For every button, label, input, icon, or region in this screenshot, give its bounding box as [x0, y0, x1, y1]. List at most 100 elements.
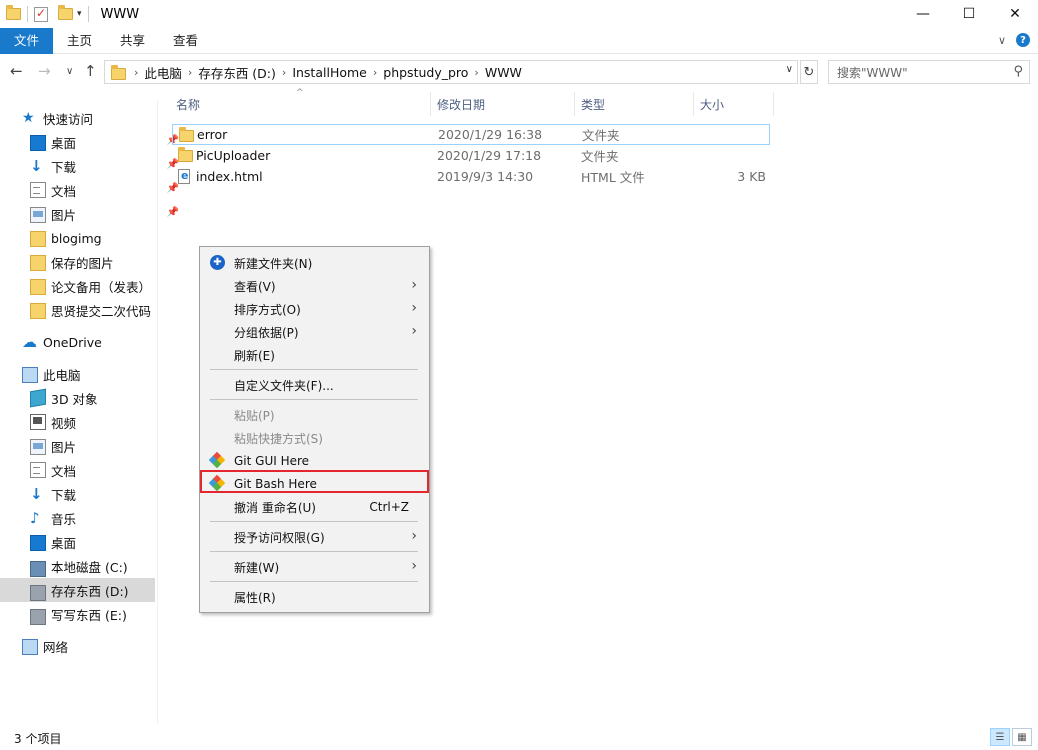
new-folder-icon[interactable] [58, 5, 73, 20]
submenu-arrow-icon: › [411, 528, 417, 544]
sidebar-item-3d-objects[interactable]: 3D 对象 [30, 386, 185, 410]
sidebar-item-saved-pictures[interactable]: 保存的图片 [30, 250, 185, 274]
menu-item-properties[interactable]: 属性(R) [202, 586, 427, 608]
window-controls: — ☐ ✕ [900, 0, 1038, 28]
sidebar-item-videos[interactable]: 视频 [30, 410, 185, 434]
breadcrumb-phpstudy[interactable]: phpstudy_pro [377, 65, 474, 80]
sidebar-item-paper-backup[interactable]: 论文备用（发表） [30, 274, 185, 298]
menu-item-paste-shortcut[interactable]: 粘贴快捷方式(S) [202, 427, 427, 449]
sidebar-item-pictures[interactable]: 图片 📌 [30, 202, 185, 226]
search-icon[interactable]: ⚲ [1013, 64, 1023, 79]
submenu-arrow-icon: › [411, 558, 417, 574]
menu-item-grant-access[interactable]: 授予访问权限(G) › [202, 526, 427, 548]
column-header-type[interactable]: 类型 [581, 96, 605, 113]
sidebar-item-this-pc[interactable]: 此电脑 [22, 362, 177, 386]
download-icon: ↓ [30, 485, 43, 503]
properties-icon[interactable] [34, 6, 48, 22]
recent-locations-icon[interactable]: ∨ [66, 66, 73, 77]
document-icon [30, 462, 46, 478]
drive-icon [30, 560, 46, 577]
document-icon [30, 182, 46, 198]
menu-separator [210, 551, 418, 552]
sidebar-item-drive-c[interactable]: 本地磁盘 (C:) [30, 554, 185, 578]
ribbon-tabs: 文件 主页 共享 查看 ∨ ? [0, 27, 1038, 54]
large-icons-view-button[interactable]: ▦ [1012, 728, 1032, 746]
address-bar[interactable]: › 此电脑 › 存存东西 (D:) › InstallHome › phpstu… [104, 60, 798, 84]
column-header-name[interactable]: 名称 [176, 96, 200, 113]
search-placeholder: 搜索"WWW" [837, 65, 908, 80]
download-icon: ↓ [30, 157, 43, 175]
menu-item-sort[interactable]: 排序方式(O) › [202, 298, 427, 320]
folder-icon [30, 255, 46, 271]
drive-icon [30, 585, 46, 601]
folder-icon [111, 64, 126, 80]
sidebar-item-desktop[interactable]: 桌面 📌 [30, 130, 185, 154]
submenu-arrow-icon: › [411, 277, 417, 293]
navigation-pane: ★ 快速访问 桌面 📌 ↓ 下载 📌 文档 📌 图片 📌 blogimg 保存的… [0, 100, 179, 724]
menu-item-group[interactable]: 分组依据(P) › [202, 321, 427, 343]
html-file-icon [178, 169, 190, 184]
folder-icon [6, 5, 21, 20]
column-headers: 名称 修改日期 类型 大小 [170, 92, 775, 116]
sidebar-item-network[interactable]: 网络 [22, 634, 177, 658]
menu-item-undo-rename[interactable]: 撤消 重命名(U) Ctrl+Z [202, 496, 427, 518]
sidebar-item-documents[interactable]: 文档 📌 [30, 178, 185, 202]
git-icon [208, 451, 226, 469]
details-view-button[interactable]: ☰ [990, 728, 1010, 746]
sidebar-item-pc-desktop[interactable]: 桌面 [30, 530, 185, 554]
sidebar-item-code-submit[interactable]: 思贤提交二次代码 [30, 298, 185, 322]
column-header-size[interactable]: 大小 [700, 96, 724, 113]
forward-arrow-icon[interactable]: → [38, 62, 51, 80]
menu-item-view[interactable]: 查看(V) › [202, 275, 427, 297]
title-bar: ▾ WWW — ☐ ✕ [0, 0, 1038, 28]
sidebar-item-music[interactable]: ♪ 音乐 [30, 506, 185, 530]
close-button[interactable]: ✕ [992, 0, 1038, 28]
tab-view[interactable]: 查看 [159, 28, 212, 54]
expand-ribbon-icon[interactable]: ∨ [998, 34, 1006, 47]
help-icon[interactable]: ? [1016, 33, 1030, 47]
menu-item-new-folder[interactable]: ✚ 新建文件夹(N) [202, 252, 427, 274]
highlight-box [200, 470, 429, 493]
item-count: 3 个项目 [14, 731, 62, 746]
back-arrow-icon[interactable]: ← [10, 62, 23, 80]
address-dropdown-icon[interactable]: ∨ [786, 64, 793, 75]
sidebar-item-pc-documents[interactable]: 文档 [30, 458, 185, 482]
sidebar-item-blogimg[interactable]: blogimg [30, 226, 185, 250]
file-row[interactable]: error 2020/1/29 16:38 文件夹 [172, 124, 770, 145]
music-icon: ♪ [30, 509, 40, 527]
sidebar-item-pc-pictures[interactable]: 图片 [30, 434, 185, 458]
maximize-button[interactable]: ☐ [946, 0, 992, 28]
minimize-button[interactable]: — [900, 0, 946, 28]
customize-toolbar-icon[interactable]: ▾ [77, 9, 82, 19]
search-input[interactable]: 搜索"WWW" ⚲ [828, 60, 1030, 84]
file-row[interactable]: index.html 2019/9/3 14:30 HTML 文件 3 KB [172, 166, 770, 187]
column-header-date[interactable]: 修改日期 [437, 96, 485, 113]
folder-icon [30, 303, 46, 319]
breadcrumb-drive-d[interactable]: 存存东西 (D:) [192, 63, 282, 82]
sidebar-item-drive-d[interactable]: 存存东西 (D:) [0, 578, 155, 602]
sidebar-item-onedrive[interactable]: ☁ OneDrive [22, 330, 177, 354]
breadcrumb-this-pc[interactable]: 此电脑 [138, 63, 188, 82]
refresh-icon[interactable]: ↻ [800, 60, 818, 84]
tab-file[interactable]: 文件 [0, 27, 54, 54]
menu-item-paste[interactable]: 粘贴(P) [202, 404, 427, 426]
tab-home[interactable]: 主页 [53, 28, 106, 54]
up-arrow-icon[interactable]: ↑ [84, 62, 97, 80]
breadcrumb-installhome[interactable]: InstallHome [286, 65, 373, 80]
menu-item-refresh[interactable]: 刷新(E) [202, 344, 427, 366]
breadcrumb-www[interactable]: WWW [479, 65, 528, 80]
network-icon [22, 639, 38, 655]
sidebar-item-drive-e[interactable]: 写写东西 (E:) [30, 602, 185, 626]
folder-icon [30, 279, 46, 295]
menu-item-git-gui[interactable]: Git GUI Here [202, 450, 427, 472]
menu-item-new[interactable]: 新建(W) › [202, 556, 427, 578]
folder-icon [179, 127, 194, 142]
status-bar: 3 个项目 ☰ ▦ [0, 726, 1038, 750]
menu-item-customize[interactable]: 自定义文件夹(F)... [202, 374, 427, 396]
sidebar-item-quick-access[interactable]: ★ 快速访问 [22, 106, 177, 130]
file-row[interactable]: PicUploader 2020/1/29 17:18 文件夹 [172, 145, 770, 166]
star-icon: ★ [22, 110, 35, 126]
sidebar-item-downloads[interactable]: ↓ 下载 📌 [30, 154, 185, 178]
tab-share[interactable]: 共享 [106, 28, 159, 54]
sidebar-item-pc-downloads[interactable]: ↓ 下载 [30, 482, 185, 506]
